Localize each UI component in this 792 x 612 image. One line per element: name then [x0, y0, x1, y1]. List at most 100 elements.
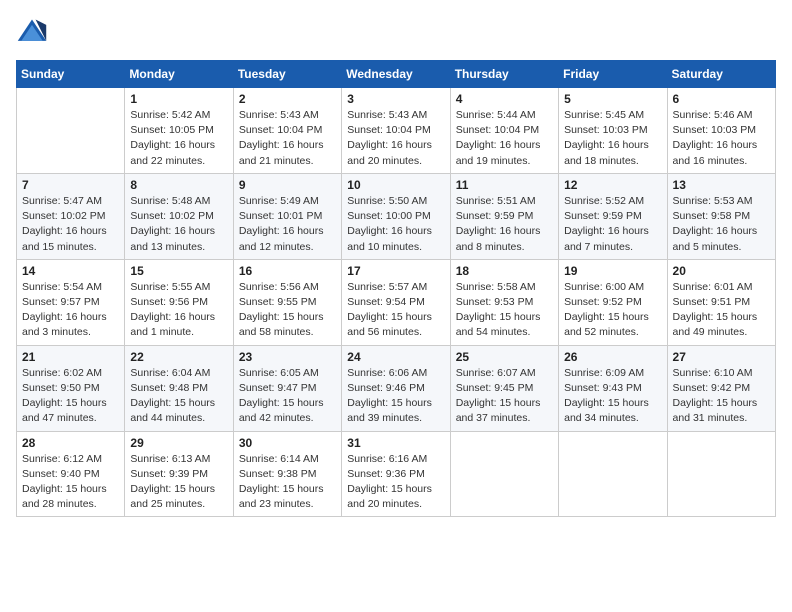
day-cell: 7Sunrise: 5:47 AMSunset: 10:02 PMDayligh…	[17, 173, 125, 259]
day-number: 31	[347, 436, 444, 450]
day-cell: 24 Sunrise: 6:06 AMSunset: 9:46 PMDayligh…	[342, 345, 450, 431]
day-number: 24	[347, 350, 444, 364]
day-number: 9	[239, 178, 336, 192]
day-number: 3	[347, 92, 444, 106]
day-cell: 26 Sunrise: 6:09 AMSunset: 9:43 PMDayligh…	[559, 345, 667, 431]
day-cell: 15Sunrise: 5:55 AMSunset: 9:56 PMDayligh…	[125, 259, 233, 345]
day-info: Sunrise: 5:49 AMSunset: 10:01 PMDaylight…	[239, 194, 336, 255]
column-header-friday: Friday	[559, 61, 667, 88]
day-number: 18	[456, 264, 553, 278]
day-number: 22	[130, 350, 227, 364]
day-number: 26	[564, 350, 661, 364]
day-number: 30	[239, 436, 336, 450]
day-number: 29	[130, 436, 227, 450]
logo-icon	[16, 16, 48, 48]
day-info: Sunrise: 5:57 AMSunset: 9:54 PMDaylight:…	[347, 280, 444, 341]
day-info: Sunrise: 6:05 AMSunset: 9:47 PMDaylight:…	[239, 366, 336, 427]
day-info: Sunrise: 5:56 AMSunset: 9:55 PMDaylight:…	[239, 280, 336, 341]
day-cell: 28Sunrise: 6:12 AMSunset: 9:40 PMDayligh…	[17, 431, 125, 517]
day-cell: 20Sunrise: 6:01 AMSunset: 9:51 PMDayligh…	[667, 259, 775, 345]
day-info: Sunrise: 6:14 AMSunset: 9:38 PMDaylight:…	[239, 452, 336, 513]
day-cell: 23Sunrise: 6:05 AMSunset: 9:47 PMDayligh…	[233, 345, 341, 431]
day-cell: 1 Sunrise: 5:42 AMSunset: 10:05 PMDayligh…	[125, 88, 233, 174]
day-number: 19	[564, 264, 661, 278]
day-info: Sunrise: 5:45 AMSunset: 10:03 PMDaylight…	[564, 108, 661, 169]
day-info: Sunrise: 6:10 AMSunset: 9:42 PMDaylight:…	[673, 366, 770, 427]
day-info: Sunrise: 6:09 AMSunset: 9:43 PMDaylight:…	[564, 366, 661, 427]
day-number: 17	[347, 264, 444, 278]
day-cell: 22 Sunrise: 6:04 AMSunset: 9:48 PMDayligh…	[125, 345, 233, 431]
day-number: 4	[456, 92, 553, 106]
page-header	[16, 16, 776, 48]
day-info: Sunrise: 6:01 AMSunset: 9:51 PMDaylight:…	[673, 280, 770, 341]
day-number: 21	[22, 350, 119, 364]
column-header-monday: Monday	[125, 61, 233, 88]
day-info: Sunrise: 5:48 AMSunset: 10:02 PMDaylight…	[130, 194, 227, 255]
day-number: 2	[239, 92, 336, 106]
day-cell: 19Sunrise: 6:00 AMSunset: 9:52 PMDayligh…	[559, 259, 667, 345]
day-cell: 6Sunrise: 5:46 AMSunset: 10:03 PMDayligh…	[667, 88, 775, 174]
day-cell: 29 Sunrise: 6:13 AMSunset: 9:39 PMDayligh…	[125, 431, 233, 517]
day-number: 13	[673, 178, 770, 192]
day-cell: 11Sunrise: 5:51 AMSunset: 9:59 PMDayligh…	[450, 173, 558, 259]
day-cell: 13 Sunrise: 5:53 AMSunset: 9:58 PMDayligh…	[667, 173, 775, 259]
day-number: 12	[564, 178, 661, 192]
column-header-saturday: Saturday	[667, 61, 775, 88]
day-info: Sunrise: 6:02 AMSunset: 9:50 PMDaylight:…	[22, 366, 119, 427]
day-cell: 8 Sunrise: 5:48 AMSunset: 10:02 PMDayligh…	[125, 173, 233, 259]
day-cell	[559, 431, 667, 517]
day-info: Sunrise: 5:42 AMSunset: 10:05 PMDaylight…	[130, 108, 227, 169]
day-info: Sunrise: 5:44 AMSunset: 10:04 PMDaylight…	[456, 108, 553, 169]
day-cell: 16 Sunrise: 5:56 AMSunset: 9:55 PMDayligh…	[233, 259, 341, 345]
day-cell: 10 Sunrise: 5:50 AMSunset: 10:00 PMDaylig…	[342, 173, 450, 259]
day-info: Sunrise: 5:43 AMSunset: 10:04 PMDaylight…	[239, 108, 336, 169]
day-number: 25	[456, 350, 553, 364]
column-header-sunday: Sunday	[17, 61, 125, 88]
day-info: Sunrise: 6:13 AMSunset: 9:39 PMDaylight:…	[130, 452, 227, 513]
week-row-2: 7Sunrise: 5:47 AMSunset: 10:02 PMDayligh…	[17, 173, 776, 259]
day-number: 27	[673, 350, 770, 364]
day-cell: 14Sunrise: 5:54 AMSunset: 9:57 PMDayligh…	[17, 259, 125, 345]
day-info: Sunrise: 5:43 AMSunset: 10:04 PMDaylight…	[347, 108, 444, 169]
day-cell: 31 Sunrise: 6:16 AMSunset: 9:36 PMDayligh…	[342, 431, 450, 517]
day-info: Sunrise: 6:07 AMSunset: 9:45 PMDaylight:…	[456, 366, 553, 427]
week-row-5: 28Sunrise: 6:12 AMSunset: 9:40 PMDayligh…	[17, 431, 776, 517]
week-row-3: 14Sunrise: 5:54 AMSunset: 9:57 PMDayligh…	[17, 259, 776, 345]
day-info: Sunrise: 6:16 AMSunset: 9:36 PMDaylight:…	[347, 452, 444, 513]
week-row-1: 1 Sunrise: 5:42 AMSunset: 10:05 PMDayligh…	[17, 88, 776, 174]
day-info: Sunrise: 6:12 AMSunset: 9:40 PMDaylight:…	[22, 452, 119, 513]
day-info: Sunrise: 5:58 AMSunset: 9:53 PMDaylight:…	[456, 280, 553, 341]
day-cell: 5 Sunrise: 5:45 AMSunset: 10:03 PMDayligh…	[559, 88, 667, 174]
day-number: 14	[22, 264, 119, 278]
week-row-4: 21 Sunrise: 6:02 AMSunset: 9:50 PMDayligh…	[17, 345, 776, 431]
day-cell: 30 Sunrise: 6:14 AMSunset: 9:38 PMDayligh…	[233, 431, 341, 517]
day-info: Sunrise: 6:04 AMSunset: 9:48 PMDaylight:…	[130, 366, 227, 427]
day-cell: 9 Sunrise: 5:49 AMSunset: 10:01 PMDayligh…	[233, 173, 341, 259]
day-info: Sunrise: 5:53 AMSunset: 9:58 PMDaylight:…	[673, 194, 770, 255]
day-cell: 21 Sunrise: 6:02 AMSunset: 9:50 PMDayligh…	[17, 345, 125, 431]
day-number: 5	[564, 92, 661, 106]
day-cell: 17 Sunrise: 5:57 AMSunset: 9:54 PMDayligh…	[342, 259, 450, 345]
day-cell: 3 Sunrise: 5:43 AMSunset: 10:04 PMDayligh…	[342, 88, 450, 174]
column-header-tuesday: Tuesday	[233, 61, 341, 88]
day-cell	[450, 431, 558, 517]
day-cell	[17, 88, 125, 174]
column-header-thursday: Thursday	[450, 61, 558, 88]
logo	[16, 16, 52, 48]
day-info: Sunrise: 5:52 AMSunset: 9:59 PMDaylight:…	[564, 194, 661, 255]
day-info: Sunrise: 6:06 AMSunset: 9:46 PMDaylight:…	[347, 366, 444, 427]
day-number: 16	[239, 264, 336, 278]
day-info: Sunrise: 5:50 AMSunset: 10:00 PMDaylight…	[347, 194, 444, 255]
day-cell: 12 Sunrise: 5:52 AMSunset: 9:59 PMDayligh…	[559, 173, 667, 259]
day-number: 8	[130, 178, 227, 192]
day-cell: 27 Sunrise: 6:10 AMSunset: 9:42 PMDayligh…	[667, 345, 775, 431]
day-info: Sunrise: 5:46 AMSunset: 10:03 PMDaylight…	[673, 108, 770, 169]
day-number: 15	[130, 264, 227, 278]
calendar-table: SundayMondayTuesdayWednesdayThursdayFrid…	[16, 60, 776, 517]
day-number: 10	[347, 178, 444, 192]
day-number: 1	[130, 92, 227, 106]
day-number: 7	[22, 178, 119, 192]
day-number: 11	[456, 178, 553, 192]
calendar-header-row: SundayMondayTuesdayWednesdayThursdayFrid…	[17, 61, 776, 88]
day-cell: 2 Sunrise: 5:43 AMSunset: 10:04 PMDayligh…	[233, 88, 341, 174]
